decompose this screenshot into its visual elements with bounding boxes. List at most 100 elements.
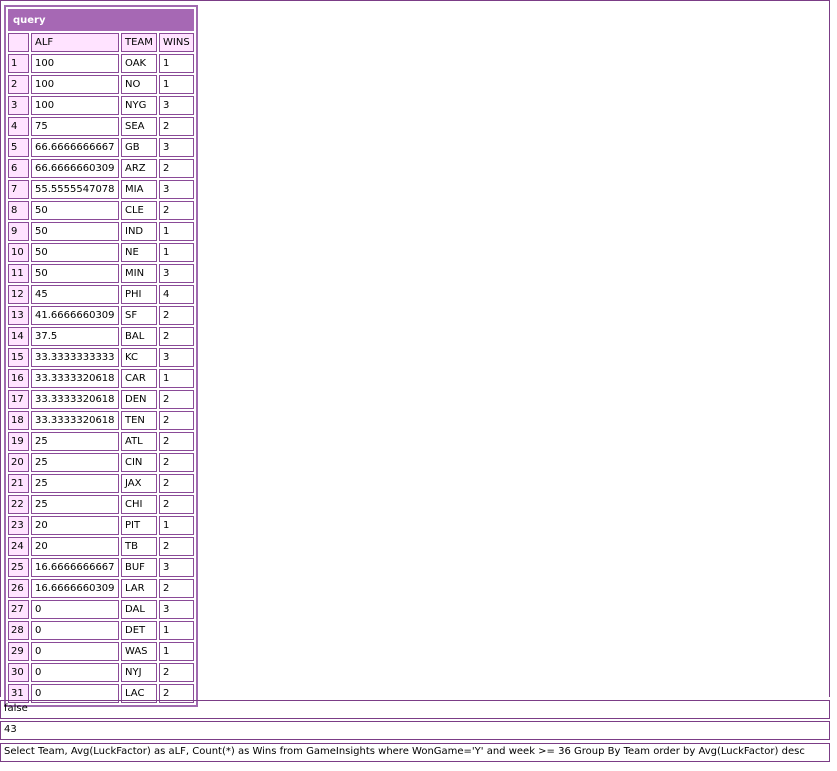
cell-wins: 2 [159, 432, 194, 451]
table-row: 1 100 OAK 1 [8, 54, 194, 73]
row-number: 2 [8, 75, 29, 94]
cell-alf: 16.6666666667 [31, 558, 119, 577]
cell-wins: 3 [159, 96, 194, 115]
cell-alf: 50 [31, 222, 119, 241]
query-results-table: query ALF TEAM WINS 1 100 OAK 1 2 100 NO 1 3 100 N… [4, 5, 198, 707]
row-number: 4 [8, 117, 29, 136]
cell-team: ATL [121, 432, 157, 451]
cell-alf: 0 [31, 600, 119, 619]
cell-wins: 1 [159, 621, 194, 640]
table-row: 5 66.6666666667 GB 3 [8, 138, 194, 157]
row-number: 10 [8, 243, 29, 262]
row-number: 8 [8, 201, 29, 220]
table-row: 3 100 NYG 3 [8, 96, 194, 115]
row-number: 19 [8, 432, 29, 451]
cell-team: IND [121, 222, 157, 241]
table-row: 2 100 NO 1 [8, 75, 194, 94]
cell-team: TB [121, 537, 157, 556]
row-number: 27 [8, 600, 29, 619]
table-row: 22 25 CHI 2 [8, 495, 194, 514]
cell-alf: 16.6666660309 [31, 579, 119, 598]
row-number: 16 [8, 369, 29, 388]
row-number: 30 [8, 663, 29, 682]
table-row: 30 0 NYJ 2 [8, 663, 194, 682]
cell-alf: 33.3333320618 [31, 411, 119, 430]
row-number: 25 [8, 558, 29, 577]
cell-alf: 75 [31, 117, 119, 136]
cell-team: DET [121, 621, 157, 640]
cell-wins: 2 [159, 411, 194, 430]
cell-team: BAL [121, 327, 157, 346]
cell-alf: 100 [31, 75, 119, 94]
cell-team: MIN [121, 264, 157, 283]
table-row: 25 16.6666666667 BUF 3 [8, 558, 194, 577]
cell-wins: 2 [159, 117, 194, 136]
row-number: 3 [8, 96, 29, 115]
cell-team: DAL [121, 600, 157, 619]
table-row: 10 50 NE 1 [8, 243, 194, 262]
cell-team: TEN [121, 411, 157, 430]
cell-wins: 3 [159, 180, 194, 199]
cell-alf: 100 [31, 96, 119, 115]
column-header-team: TEAM [121, 33, 157, 52]
table-row: 18 33.3333320618 TEN 2 [8, 411, 194, 430]
execution-time-value: 43 [0, 721, 830, 740]
cell-team: ARZ [121, 159, 157, 178]
cell-wins: 1 [159, 54, 194, 73]
cell-alf: 100 [31, 54, 119, 73]
cell-wins: 1 [159, 75, 194, 94]
cell-wins: 2 [159, 327, 194, 346]
cell-alf: 50 [31, 243, 119, 262]
table-row: 13 41.6666660309 SF 2 [8, 306, 194, 325]
cell-team: NE [121, 243, 157, 262]
cell-alf: 25 [31, 432, 119, 451]
cell-alf: 25 [31, 474, 119, 493]
cell-alf: 66.6666666667 [31, 138, 119, 157]
cell-wins: 1 [159, 516, 194, 535]
table-row: 28 0 DET 1 [8, 621, 194, 640]
table-row: 8 50 CLE 2 [8, 201, 194, 220]
cached-value: false [0, 700, 830, 719]
cell-team: CAR [121, 369, 157, 388]
table-row: 26 16.6666660309 LAR 2 [8, 579, 194, 598]
cell-alf: 33.3333333333 [31, 348, 119, 367]
cell-team: CLE [121, 201, 157, 220]
query-title: query [8, 9, 194, 31]
cell-wins: 2 [159, 159, 194, 178]
table-row: 21 25 JAX 2 [8, 474, 194, 493]
row-number: 26 [8, 579, 29, 598]
table-row: 9 50 IND 1 [8, 222, 194, 241]
cell-alf: 20 [31, 516, 119, 535]
cell-wins: 2 [159, 201, 194, 220]
cell-wins: 2 [159, 579, 194, 598]
cell-team: SEA [121, 117, 157, 136]
row-number: 9 [8, 222, 29, 241]
cell-team: WAS [121, 642, 157, 661]
cell-alf: 41.6666660309 [31, 306, 119, 325]
corner-cell [8, 33, 29, 52]
cell-wins: 3 [159, 600, 194, 619]
column-header-alf: ALF [31, 33, 119, 52]
cell-wins: 1 [159, 369, 194, 388]
cell-wins: 2 [159, 306, 194, 325]
table-row: 27 0 DAL 3 [8, 600, 194, 619]
row-number: 6 [8, 159, 29, 178]
cell-wins: 2 [159, 663, 194, 682]
table-row: 16 33.3333320618 CAR 1 [8, 369, 194, 388]
cell-alf: 33.3333320618 [31, 369, 119, 388]
cell-team: OAK [121, 54, 157, 73]
cell-team: NYG [121, 96, 157, 115]
table-row: 20 25 CIN 2 [8, 453, 194, 472]
cell-team: JAX [121, 474, 157, 493]
table-row: 17 33.3333320618 DEN 2 [8, 390, 194, 409]
cell-alf: 33.3333320618 [31, 390, 119, 409]
cell-alf: 0 [31, 642, 119, 661]
cell-wins: 2 [159, 537, 194, 556]
cell-team: LAR [121, 579, 157, 598]
cell-wins: 3 [159, 558, 194, 577]
cell-team: PHI [121, 285, 157, 304]
cell-wins: 3 [159, 138, 194, 157]
cell-alf: 25 [31, 495, 119, 514]
cell-team: NO [121, 75, 157, 94]
row-number: 7 [8, 180, 29, 199]
